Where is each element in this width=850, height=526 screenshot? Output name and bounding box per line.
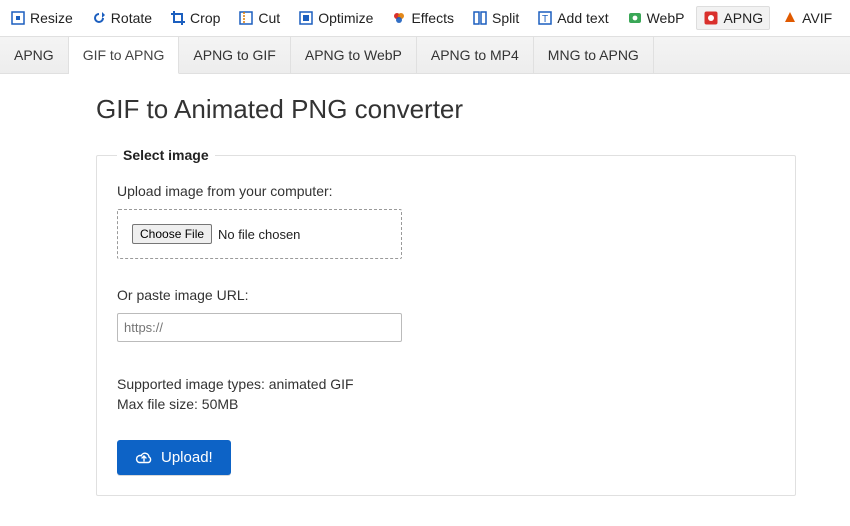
apng-icon [703, 10, 719, 26]
choose-file-button[interactable]: Choose File [132, 224, 212, 244]
subtab-mng-to-apng[interactable]: MNG to APNG [534, 37, 654, 73]
tool-effects[interactable]: Effects [385, 6, 460, 30]
avif-icon [782, 10, 798, 26]
tool-split[interactable]: Split [466, 6, 525, 30]
tool-avif[interactable]: AVIF [776, 6, 838, 30]
tool-resize[interactable]: Resize [4, 6, 79, 30]
cut-icon [238, 10, 254, 26]
subtab-label: MNG to APNG [548, 47, 639, 63]
tool-label: Crop [190, 10, 220, 26]
supported-types-text: Supported image types: animated GIF [117, 376, 775, 392]
image-url-input[interactable] [117, 313, 402, 342]
main-content: GIF to Animated PNG converter Select ima… [0, 74, 850, 526]
or-paste-label: Or paste image URL: [117, 287, 775, 303]
subtab-label: GIF to APNG [83, 47, 165, 63]
crop-icon [170, 10, 186, 26]
svg-text:T: T [542, 14, 548, 25]
effects-icon [391, 10, 407, 26]
split-icon [472, 10, 488, 26]
upload-button[interactable]: Upload! [117, 440, 231, 475]
cloud-upload-icon [135, 450, 153, 466]
subtab-apng-to-mp4[interactable]: APNG to MP4 [417, 37, 534, 73]
page-title: GIF to Animated PNG converter [96, 94, 850, 125]
tool-label: Cut [258, 10, 280, 26]
sub-tab-bar: APNG GIF to APNG APNG to GIF APNG to Web… [0, 36, 850, 74]
tool-label: AVIF [802, 10, 832, 26]
subtab-label: APNG to MP4 [431, 47, 519, 63]
file-status-text: No file chosen [218, 227, 300, 242]
tool-optimize[interactable]: Optimize [292, 6, 379, 30]
tool-label: Resize [30, 10, 73, 26]
tool-rotate[interactable]: Rotate [85, 6, 158, 30]
file-dropzone[interactable]: Choose File No file chosen [117, 209, 402, 259]
subtab-label: APNG to WebP [305, 47, 402, 63]
rotate-icon [91, 10, 107, 26]
upload-button-label: Upload! [161, 449, 213, 466]
tool-label: Rotate [111, 10, 152, 26]
addtext-icon: T [537, 10, 553, 26]
tool-cut[interactable]: Cut [232, 6, 286, 30]
tool-apng[interactable]: APNG [696, 6, 770, 30]
tool-label: Split [492, 10, 519, 26]
optimize-icon [298, 10, 314, 26]
tool-label: APNG [723, 10, 763, 26]
max-filesize-text: Max file size: 50MB [117, 396, 775, 412]
tool-webp[interactable]: WebP [621, 6, 691, 30]
webp-icon [627, 10, 643, 26]
subtab-apng-to-webp[interactable]: APNG to WebP [291, 37, 417, 73]
main-toolbar: Resize Rotate Crop Cut Optimize Effects [0, 0, 850, 36]
subtab-label: APNG [14, 47, 54, 63]
tool-label: Optimize [318, 10, 373, 26]
subtab-apng-to-gif[interactable]: APNG to GIF [179, 37, 290, 73]
subtab-label: APNG to GIF [193, 47, 275, 63]
tool-label: WebP [647, 10, 685, 26]
subtab-gif-to-apng[interactable]: GIF to APNG [69, 37, 180, 74]
upload-label: Upload image from your computer: [117, 183, 775, 199]
tool-add-text[interactable]: T Add text [531, 6, 614, 30]
fieldset-legend: Select image [117, 147, 215, 163]
tool-label: Add text [557, 10, 608, 26]
subtab-apng[interactable]: APNG [0, 37, 69, 73]
tool-label: Effects [411, 10, 454, 26]
select-image-panel: Select image Upload image from your comp… [96, 147, 796, 496]
tool-crop[interactable]: Crop [164, 6, 226, 30]
resize-icon [10, 10, 26, 26]
